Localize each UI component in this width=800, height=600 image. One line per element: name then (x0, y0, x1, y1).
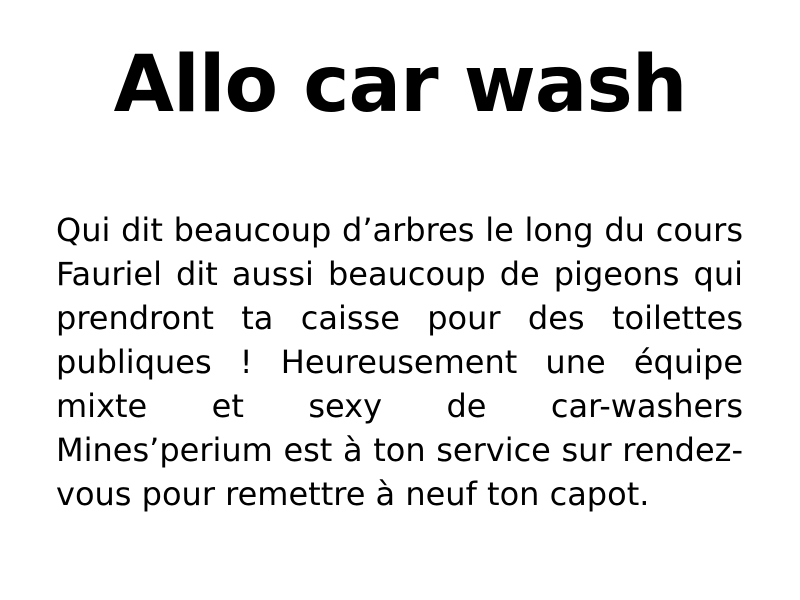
page-title: Allo car wash (113, 40, 688, 130)
body-paragraph: Qui dit beaucoup d’arbres le long du cou… (56, 211, 743, 513)
document-page: Allo car wash Qui dit beaucoup d’arbres … (0, 0, 800, 600)
